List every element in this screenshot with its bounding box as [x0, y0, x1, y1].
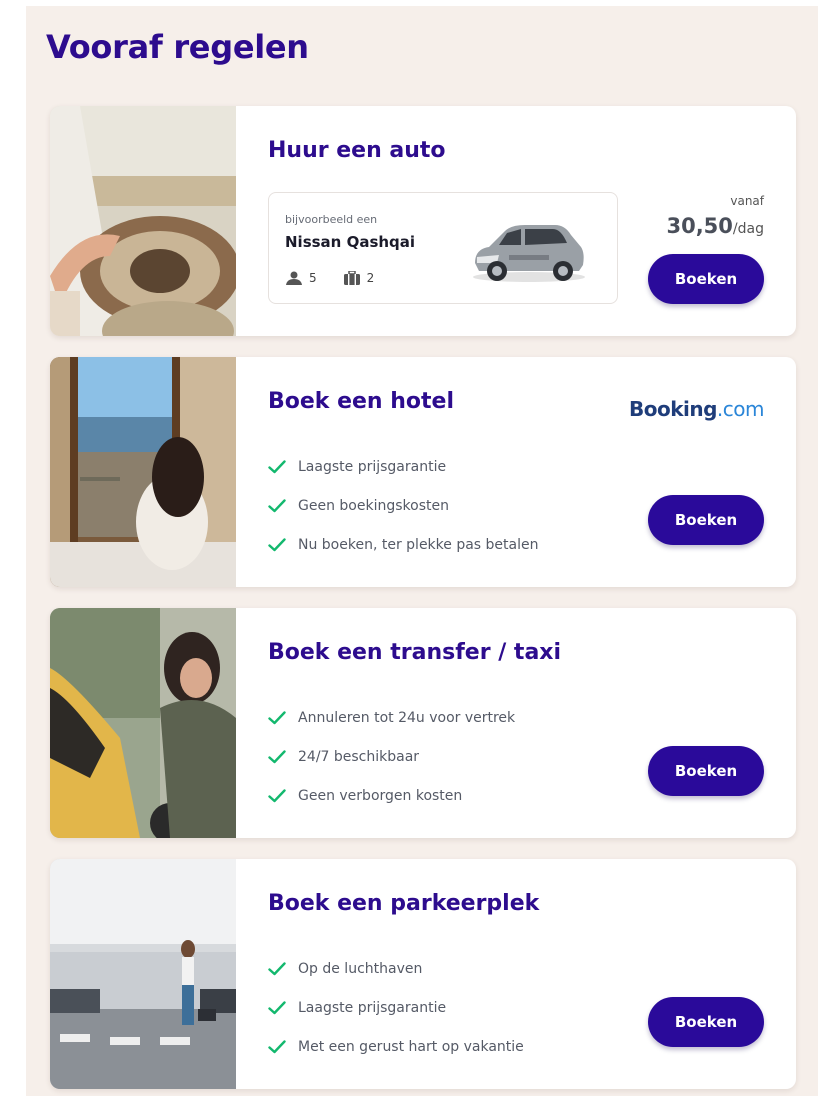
- car-rental-title: Huur een auto: [268, 138, 446, 163]
- check-icon: [268, 710, 286, 724]
- feature-item: Geen boekingskosten: [268, 486, 539, 525]
- car-rental-card: Huur een auto bijvoorbeeld een Nissan Qa…: [50, 106, 796, 336]
- check-icon: [268, 1039, 286, 1053]
- car-example-box: bijvoorbeeld een Nissan Qashqai 5 2: [268, 192, 618, 304]
- passenger-spec: 5: [285, 271, 317, 285]
- hotel-book-button[interactable]: Boeken: [648, 495, 764, 545]
- parking-features: Op de luchthaven Laagste prijsgarantie M…: [268, 949, 524, 1066]
- parking-title: Boek een parkeerplek: [268, 891, 540, 916]
- page: Vooraf regelen Huur een auto bijvoorbeel…: [26, 6, 818, 1096]
- car-image: [473, 225, 585, 282]
- person-icon: [286, 271, 302, 285]
- feature-item: Op de luchthaven: [268, 949, 524, 988]
- price: 30,50/dag: [666, 214, 764, 238]
- hotel-photo: [50, 357, 236, 587]
- parking-card: Boek een parkeerplek Op de luchthaven La…: [50, 859, 796, 1089]
- parking-photo: [50, 859, 236, 1089]
- car-model: Nissan Qashqai: [285, 233, 416, 251]
- car-example-label: bijvoorbeeld een: [285, 213, 378, 226]
- transfer-features: Annuleren tot 24u voor vertrek 24/7 besc…: [268, 698, 515, 815]
- check-icon: [268, 537, 286, 551]
- feature-item: 24/7 beschikbaar: [268, 737, 515, 776]
- hotel-features: Laagste prijsgarantie Geen boekingskoste…: [268, 447, 539, 564]
- transfer-card: Boek een transfer / taxi Annuleren tot 2…: [50, 608, 796, 838]
- check-icon: [268, 459, 286, 473]
- page-title: Vooraf regelen: [46, 28, 309, 66]
- booking-logo: Booking.com: [628, 397, 765, 421]
- feature-item: Laagste prijsgarantie: [268, 447, 539, 486]
- luggage-spec: 2: [343, 271, 375, 285]
- feature-item: Laagste prijsgarantie: [268, 988, 524, 1027]
- transfer-title: Boek een transfer / taxi: [268, 640, 562, 665]
- car-rental-photo: [50, 106, 236, 336]
- passenger-count: 5: [309, 271, 317, 285]
- hotel-title: Boek een hotel: [268, 389, 455, 414]
- check-icon: [268, 498, 286, 512]
- transfer-photo: [50, 608, 236, 838]
- car-specs: 5 2: [285, 271, 400, 285]
- feature-item: Nu boeken, ter plekke pas betalen: [268, 525, 539, 564]
- price-unit: /dag: [732, 221, 764, 237]
- feature-item: Annuleren tot 24u voor vertrek: [268, 698, 515, 737]
- car-book-button[interactable]: Boeken: [648, 254, 764, 304]
- suitcase-icon: [343, 271, 360, 285]
- check-icon: [268, 749, 286, 763]
- check-icon: [268, 788, 286, 802]
- check-icon: [268, 961, 286, 975]
- check-icon: [268, 1000, 286, 1014]
- price-value: 30,50: [666, 214, 733, 238]
- feature-item: Met een gerust hart op vakantie: [268, 1027, 524, 1066]
- parking-book-button[interactable]: Boeken: [648, 997, 764, 1047]
- price-prefix: vanaf: [730, 194, 764, 208]
- feature-item: Geen verborgen kosten: [268, 776, 515, 815]
- hotel-card: Boek een hotel Booking.com Laagste prijs…: [50, 357, 796, 587]
- bag-count: 2: [366, 271, 375, 285]
- transfer-book-button[interactable]: Boeken: [648, 746, 764, 796]
